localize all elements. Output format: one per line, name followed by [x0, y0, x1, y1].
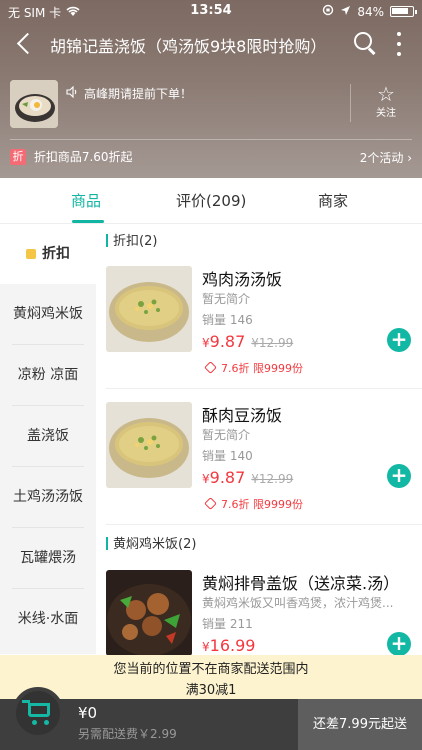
add-to-cart-button[interactable]: +	[387, 632, 411, 656]
discount-label: 7.6折 限9999份	[221, 498, 303, 511]
product-name: 鸡肉汤汤饭	[202, 270, 283, 289]
tag-icon	[204, 497, 217, 510]
product-sales: 销量 146	[202, 313, 253, 327]
discount-tag-icon	[26, 249, 36, 259]
cart-icon[interactable]	[12, 687, 64, 739]
currency-symbol: ¥	[202, 472, 210, 486]
promo-row[interactable]: 折 折扣商品7.60折起 2个活动 ›	[10, 148, 412, 168]
speaker-icon	[66, 85, 78, 101]
location-icon	[340, 5, 351, 19]
search-icon[interactable]	[352, 30, 378, 56]
divider	[106, 388, 422, 389]
product-name: 黄焖排骨盖饭（送凉菜.汤）	[202, 574, 400, 593]
promo-text: 折扣商品7.60折起	[33, 150, 133, 164]
shop-header: 无 SIM 卡 13:54 84% 胡锦记盖浇饭（鸡汤饭9块8限时抢购） 高峰期…	[0, 0, 422, 178]
sidebar-item-discount[interactable]: 折扣	[0, 224, 96, 284]
out-of-range-text: 您当前的位置不在商家配送范围内	[113, 662, 309, 677]
tab-reviews[interactable]: 评价(209)	[176, 190, 246, 211]
rotation-lock-icon	[322, 4, 334, 19]
more-options-icon[interactable]	[392, 30, 406, 58]
price-value: 16.99	[209, 636, 256, 655]
section-header: 折扣(2)	[106, 230, 157, 249]
add-to-cart-button[interactable]: +	[387, 464, 411, 488]
category-sidebar: 折扣 黄焖鸡米饭 凉粉 凉面 盖浇饭 土鸡汤汤饭 瓦罐煨汤 米线·水面	[0, 224, 96, 654]
cart-total: ¥0	[78, 704, 98, 722]
add-to-cart-button[interactable]: +	[387, 328, 411, 352]
shop-title: 胡锦记盖浇饭（鸡汤饭9块8限时抢购）	[50, 37, 327, 56]
star-icon: ☆	[377, 82, 395, 106]
active-tab-indicator	[72, 220, 104, 223]
discount-info: 7.6折 限9999份	[204, 496, 303, 512]
section-header: 黄焖鸡米饭(2)	[106, 533, 196, 552]
original-price: ¥12.99	[251, 472, 294, 486]
sidebar-item-rice-bowl[interactable]: 盖浇饭	[0, 406, 96, 466]
tab-bar: 商品 评价(209) 商家	[0, 178, 422, 224]
promotion-text: 满30减1	[185, 683, 237, 698]
product-price: ¥9.87 ¥12.99	[202, 468, 293, 487]
sidebar-item-clay-pot-soup[interactable]: 瓦罐煨汤	[0, 528, 96, 588]
status-bar: 无 SIM 卡 13:54 84%	[0, 0, 422, 22]
product-description: 黄焖鸡米饭又叫香鸡煲，浓汁鸡煲...	[202, 596, 394, 610]
shop-notice: 高峰期请提前下单！	[66, 85, 192, 102]
back-arrow-icon[interactable]	[12, 30, 38, 58]
product-price: ¥16.99	[202, 636, 255, 655]
product-name: 酥肉豆汤饭	[202, 406, 283, 425]
sidebar-item-chicken-soup-rice[interactable]: 土鸡汤汤饭	[0, 467, 96, 527]
product-sales: 销量 140	[202, 449, 253, 463]
nav-bar: 胡锦记盖浇饭（鸡汤饭9块8限时抢购）	[0, 22, 422, 66]
divider	[106, 524, 422, 525]
price-value: 9.87	[209, 332, 246, 351]
activities-link[interactable]: 2个活动 ›	[360, 149, 412, 166]
sidebar-item-rice-noodles[interactable]: 米线·水面	[0, 589, 96, 649]
price-value: 9.87	[209, 468, 246, 487]
discount-info: 7.6折 限9999份	[204, 360, 303, 376]
shop-page: 无 SIM 卡 13:54 84% 胡锦记盖浇饭（鸡汤饭9块8限时抢购） 高峰期…	[0, 0, 422, 750]
cart-bar: ¥0 另需配送费￥2.99 还差7.99元起送	[0, 687, 422, 750]
sidebar-item-cold-noodles[interactable]: 凉粉 凉面	[0, 345, 96, 405]
product-description: 暂无简介	[202, 292, 251, 306]
delivery-fee: 另需配送费￥2.99	[78, 727, 177, 741]
product-image	[106, 570, 192, 656]
shop-logo	[10, 80, 58, 128]
follow-label: 关注	[376, 108, 396, 119]
tab-goods[interactable]: 商品	[71, 190, 101, 211]
product-description: 暂无简介	[202, 428, 251, 442]
product-image	[106, 266, 192, 352]
original-price: ¥12.99	[251, 336, 294, 350]
product-price: ¥9.87 ¥12.99	[202, 332, 293, 351]
tag-icon	[204, 361, 217, 374]
out-of-range-notice: 您当前的位置不在商家配送范围内 满30减1	[0, 655, 422, 699]
currency-symbol: ¥	[202, 336, 210, 350]
divider	[350, 84, 351, 122]
checkout-button[interactable]: 还差7.99元起送	[298, 699, 422, 750]
product-image	[106, 402, 192, 488]
product-sales: 销量 211	[202, 617, 253, 631]
sidebar-item-braised-chicken[interactable]: 黄焖鸡米饭	[0, 284, 96, 344]
currency-symbol: ¥	[202, 640, 210, 654]
discount-label: 7.6折 限9999份	[221, 362, 303, 375]
notice-text: 高峰期请提前下单！	[84, 87, 193, 101]
divider	[10, 139, 412, 140]
follow-button[interactable]: ☆ 关注	[368, 84, 404, 119]
sidebar-item-label: 折扣	[42, 246, 70, 262]
discount-badge: 折	[10, 148, 26, 165]
battery-icon	[390, 6, 417, 17]
shop-info: 高峰期请提前下单！ ☆ 关注	[0, 76, 422, 134]
battery-percent: 84%	[357, 4, 384, 19]
tab-merchant[interactable]: 商家	[318, 190, 348, 211]
